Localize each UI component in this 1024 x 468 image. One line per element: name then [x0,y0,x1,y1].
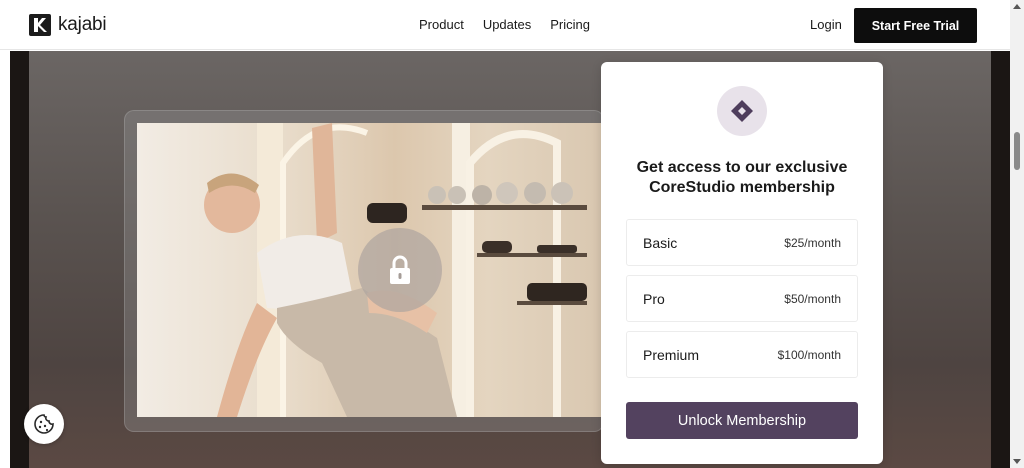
card-title: Get access to our exclusive CoreStudio m… [636,159,848,196]
plan-option-premium[interactable]: Premium $100/month [626,331,858,378]
main-nav: Product Updates Pricing [419,17,590,32]
plan-name: Premium [643,347,700,363]
plan-name: Basic [643,235,678,251]
lock-overlay [358,228,442,312]
plan-price: $50/month [784,292,841,306]
plan-name: Pro [643,291,665,307]
kajabi-logo-icon [29,14,51,36]
scroll-up-arrow-icon[interactable] [1013,4,1021,9]
page-scrollbar[interactable] [1010,0,1024,468]
plan-price: $100/month [777,348,841,362]
site-header: kajabi Product Updates Pricing Login Sta… [0,0,1010,50]
membership-badge [717,86,767,136]
plan-option-pro[interactable]: Pro $50/month [626,275,858,322]
lock-icon [390,255,410,284]
nav-product[interactable]: Product [419,17,464,32]
scroll-down-arrow-icon[interactable] [1013,459,1021,464]
logo-text: kajabi [58,14,107,35]
kajabi-logo[interactable]: kajabi [29,14,107,36]
cookie-settings-button[interactable] [24,404,64,444]
plan-price: $25/month [784,236,841,250]
nav-pricing[interactable]: Pricing [550,17,590,32]
plan-option-basic[interactable]: Basic $25/month [626,219,858,266]
unlock-membership-button[interactable]: Unlock Membership [626,402,858,439]
cookie-icon [34,414,54,434]
scroll-thumb[interactable] [1014,132,1020,170]
login-link[interactable]: Login [810,17,842,32]
start-free-trial-button[interactable]: Start Free Trial [854,8,977,43]
membership-card: Get access to our exclusive CoreStudio m… [601,62,883,464]
nav-updates[interactable]: Updates [483,17,531,32]
diamond-icon [731,100,753,122]
